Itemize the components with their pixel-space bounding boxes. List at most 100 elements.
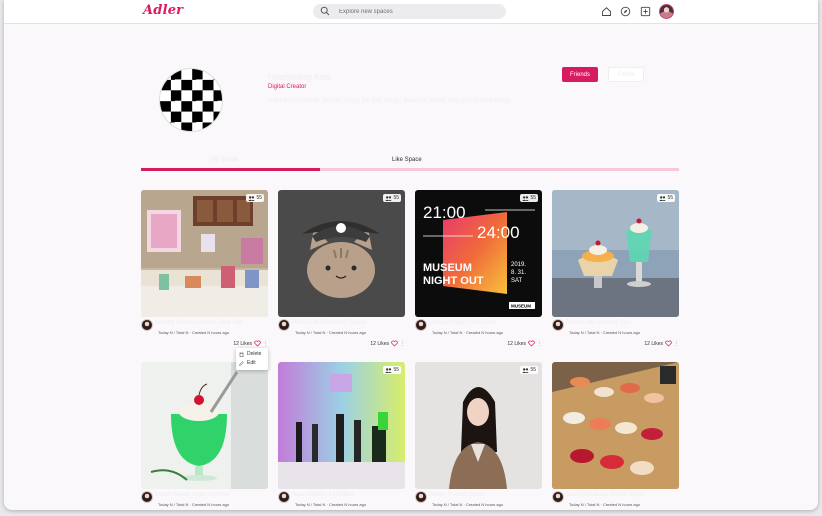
creator-avatar[interactable]: [141, 491, 153, 503]
likes-count: 12 Likes: [644, 340, 663, 347]
people-icon: [522, 195, 530, 201]
profile-avatar: [159, 68, 223, 132]
people-icon: [248, 195, 256, 201]
app-window: Adler Hashtedog Kiss Digital Creator Nat…: [4, 0, 818, 510]
dessert-photo: [552, 190, 679, 317]
app-logo[interactable]: Adler: [143, 3, 183, 18]
member-count: 55: [393, 195, 399, 201]
member-count-badge: 55: [520, 366, 538, 374]
space-thumbnail[interactable]: 55: [415, 362, 542, 489]
member-count: 55: [256, 195, 262, 201]
likes-count: 12 Likes: [370, 340, 389, 347]
creator-avatar[interactable]: [415, 319, 427, 331]
poster-date-day: 8. 31.: [511, 270, 526, 276]
poster-title-line2: NIGHT OUT: [423, 275, 484, 287]
poster-title-line1: MUSEUM: [423, 262, 472, 274]
user-avatar[interactable]: [659, 4, 674, 19]
space-thumbnail[interactable]: 55: [278, 362, 405, 489]
creator-avatar[interactable]: [552, 319, 564, 331]
profile-role: Digital Creator: [268, 84, 307, 90]
more-options-icon[interactable]: ⋮: [400, 341, 405, 347]
menu-item-label: Delete: [247, 351, 262, 357]
more-options-icon[interactable]: ⋮: [537, 341, 542, 347]
card-context-menu: Delete Edit: [236, 348, 268, 370]
space-thumbnail[interactable]: 55: [141, 190, 268, 317]
more-options-icon[interactable]: ⋮: [263, 341, 268, 347]
cat-illustration: [278, 190, 405, 317]
tab-indicator: [141, 168, 321, 171]
member-count-badge: 55: [383, 366, 401, 374]
add-icon[interactable]: [640, 6, 651, 17]
space-meta: Today N / Total N · Created N hours ago: [432, 330, 504, 335]
space-meta: Today N / Total N · Created N hours ago: [569, 330, 641, 335]
tab-my-space[interactable]: My Space: [211, 157, 238, 163]
home-icon[interactable]: [601, 6, 612, 17]
menu-item-label: Edit: [247, 360, 256, 366]
member-count: 55: [530, 367, 536, 373]
space-title[interactable]: Sushi Omakase Dinner Night: [566, 492, 643, 498]
space-meta: Today N / Total N · Created N hours ago: [158, 502, 230, 507]
likes-row: 12 Likes ⋮: [644, 340, 679, 347]
poster-date-year: 2019.: [511, 262, 526, 268]
space-title[interactable]: Pirate Cat Illustration Space: [292, 320, 366, 326]
poster-date-weekday: SAT: [511, 278, 523, 284]
creator-avatar[interactable]: [415, 491, 427, 503]
more-options-icon[interactable]: ⋮: [674, 341, 679, 347]
space-thumbnail[interactable]: 55: [552, 190, 679, 317]
edit-icon: [239, 360, 244, 366]
likes-count: 12 Likes: [233, 340, 252, 347]
soda-photo: [141, 362, 268, 489]
likes-count: 12 Likes: [507, 340, 526, 347]
profile-bio: Natural eco-friendly lifestyle. Enjoy th…: [268, 98, 513, 104]
search-icon: [320, 6, 330, 16]
portrait-photo: [415, 362, 542, 489]
member-count-badge: 55: [246, 194, 264, 202]
people-icon: [522, 367, 530, 373]
kitchen-photo: [141, 190, 268, 317]
creator-avatar[interactable]: [278, 491, 290, 503]
people-icon: [659, 195, 667, 201]
friends-button[interactable]: Friends: [562, 67, 598, 82]
space-thumbnail[interactable]: [552, 362, 679, 489]
creator-avatar[interactable]: [552, 491, 564, 503]
space-title[interactable]: Neon Gallery Exhibition: [292, 492, 355, 498]
space-title[interactable]: Museum Night Out Event: [429, 320, 496, 326]
search-input[interactable]: [339, 4, 499, 19]
menu-item-edit[interactable]: Edit: [239, 360, 256, 366]
heart-icon[interactable]: [665, 340, 672, 347]
space-thumbnail[interactable]: 55: [278, 190, 405, 317]
tab-like-space[interactable]: Like Space: [392, 157, 422, 163]
people-icon: [385, 195, 393, 201]
profile-name: Hashtedog Kiss: [268, 72, 332, 82]
space-title[interactable]: Kitschy Kitchen Corner Daily Life: [155, 320, 242, 326]
menu-item-delete[interactable]: Delete: [239, 351, 261, 357]
space-title[interactable]: Winter Portrait Shoot: [429, 492, 485, 498]
gallery-photo: [278, 362, 405, 489]
space-thumbnail[interactable]: [141, 362, 268, 489]
top-navbar: Adler: [4, 0, 818, 24]
heart-icon[interactable]: [391, 340, 398, 347]
people-icon: [385, 367, 393, 373]
member-count: 55: [667, 195, 673, 201]
space-meta: Today N / Total N · Created N hours ago: [295, 330, 367, 335]
space-title[interactable]: Retro Cafe Dessert Tour: [566, 320, 631, 326]
space-meta: Today N / Total N · Created N hours ago: [295, 502, 367, 507]
member-count-badge: 55: [520, 194, 538, 202]
creator-avatar[interactable]: [141, 319, 153, 331]
space-meta: Today N / Total N · Created N hours ago: [569, 502, 641, 507]
creator-avatar[interactable]: [278, 319, 290, 331]
compass-icon[interactable]: [620, 6, 631, 17]
member-count: 55: [530, 195, 536, 201]
museum-poster: 21:00 24:00 MUSEUM NIGHT OUT 2019. 8. 31…: [415, 190, 542, 317]
space-thumbnail[interactable]: 21:00 24:00 MUSEUM NIGHT OUT 2019. 8. 31…: [415, 190, 542, 317]
search-bar[interactable]: [313, 4, 506, 19]
heart-icon[interactable]: [528, 340, 535, 347]
heart-icon[interactable]: [254, 340, 261, 347]
space-title[interactable]: Green Melon Soda Summer: [155, 492, 230, 498]
poster-time-bottom: 24:00: [477, 223, 520, 242]
poster-badge: MUSEUM: [511, 304, 531, 309]
tab-indicator-track: [141, 168, 679, 171]
member-count: 55: [393, 367, 399, 373]
follow-button[interactable]: Follow: [608, 67, 644, 82]
trash-icon: [239, 352, 244, 357]
